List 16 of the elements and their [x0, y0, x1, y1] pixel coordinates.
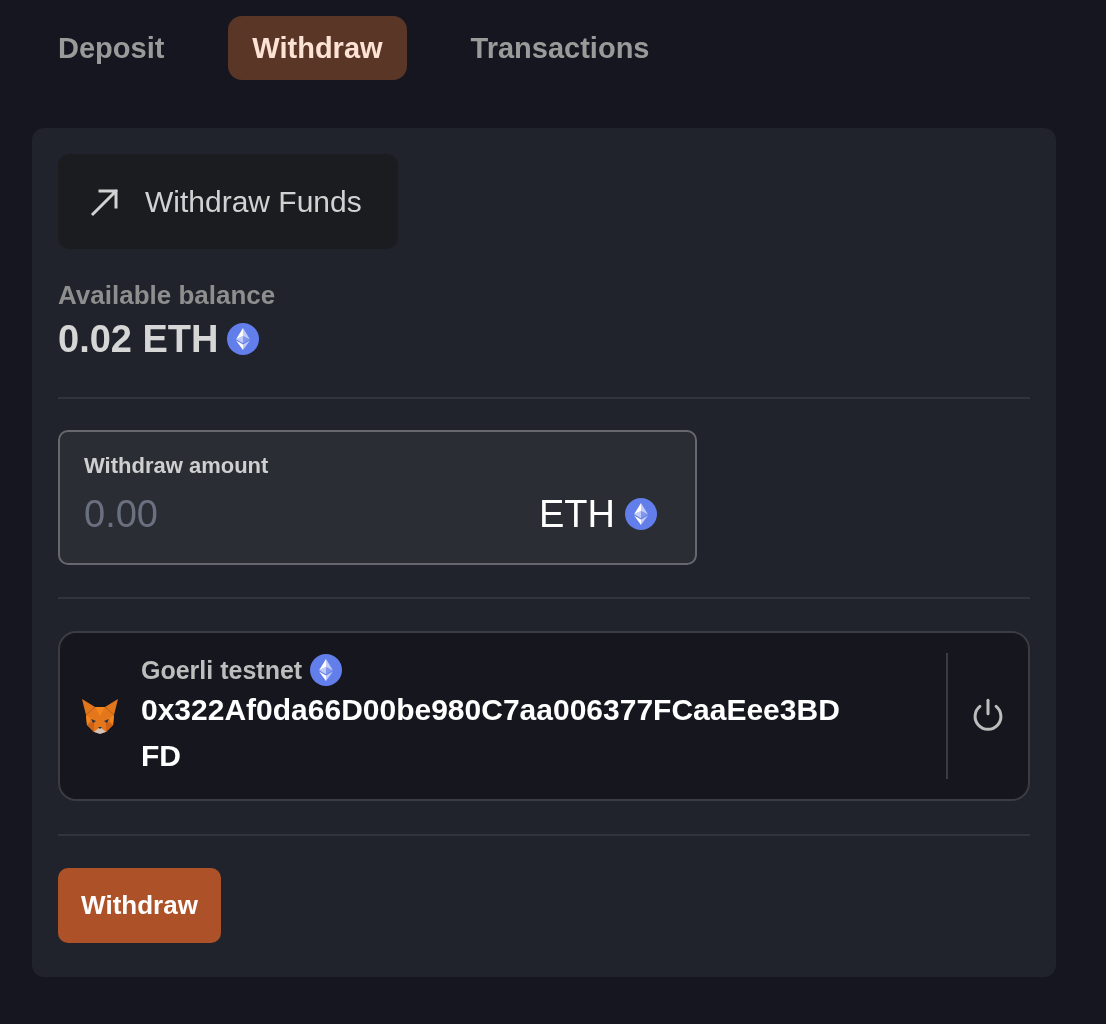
field-label: Withdraw amount — [84, 452, 269, 480]
balance-amount: 0.02 ETH — [58, 317, 219, 361]
amount-input[interactable]: 0.00 — [84, 490, 529, 538]
section-title: Withdraw Funds — [145, 184, 362, 219]
wallet-address: 0x322Af0da66D00be980C7aa006377FCaaEee3BDFD — [141, 692, 841, 774]
fox-icon — [80, 697, 120, 735]
tab[interactable]: Withdraw — [228, 16, 407, 80]
balance-label: Available balance — [58, 279, 276, 311]
currency-label: ETH — [539, 492, 615, 537]
ethereum-icon — [625, 498, 657, 530]
network-name: Goerli testnet — [141, 655, 303, 686]
withdraw-button[interactable]: Withdraw — [58, 868, 221, 943]
tab[interactable]: Transactions — [446, 16, 674, 80]
tab[interactable]: Deposit — [34, 16, 189, 80]
ethereum-icon — [310, 654, 343, 686]
ethereum-icon — [226, 323, 259, 355]
